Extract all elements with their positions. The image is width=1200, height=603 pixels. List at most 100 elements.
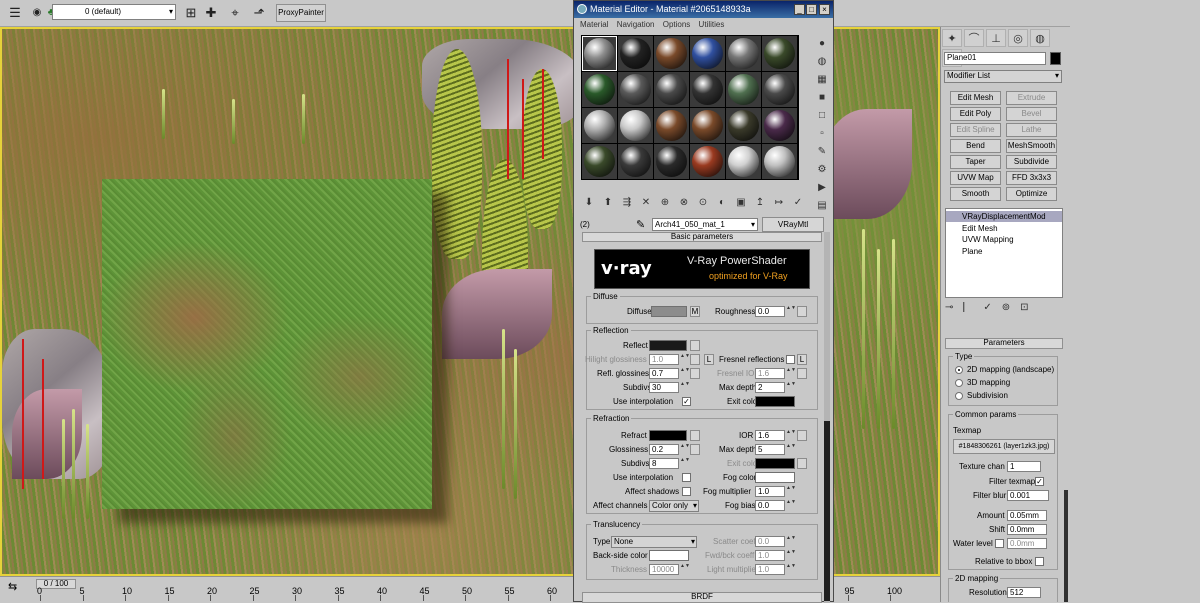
timeline-icon[interactable]: ⇆ [8, 580, 17, 593]
display-tab-icon[interactable]: ◍ [1030, 29, 1050, 47]
material-slot[interactable] [690, 72, 725, 107]
fog-bias-field[interactable]: 0.0 [755, 500, 785, 511]
menu-navigation[interactable]: Navigation [617, 20, 655, 29]
refl-gloss-spinner[interactable]: ▲▼ [680, 368, 690, 378]
smooth-button[interactable]: Smooth [950, 187, 1001, 201]
refr-max-depth-field[interactable]: 5 [755, 444, 785, 455]
material-slot[interactable] [618, 72, 653, 107]
texture-chan-field[interactable]: 1 [1007, 461, 1041, 472]
checker-icon[interactable]: ▦ [815, 73, 829, 87]
light-icon[interactable]: ◍ [815, 55, 829, 69]
material-slot[interactable] [690, 144, 725, 179]
video-icon[interactable]: ▶ [815, 181, 829, 195]
brdf-rollout[interactable]: BRDF [582, 592, 822, 603]
fresnel-ior-spinner[interactable]: ▲▼ [786, 368, 796, 378]
material-slot[interactable] [618, 144, 653, 179]
back-side-color-swatch[interactable] [649, 550, 689, 561]
reflect-map-button[interactable] [690, 340, 700, 351]
material-editor-titlebar[interactable]: Material Editor - Material #2065148933a … [574, 1, 833, 18]
stack-tools[interactable]: ⊸⎸✓⊚⊡ [945, 302, 1063, 318]
get-material-icon[interactable]: ⬇ [581, 195, 597, 211]
diffuse-map-button[interactable]: M [690, 306, 700, 317]
affect-shadows-checkbox[interactable] [682, 487, 691, 496]
refr-exit-map-button[interactable] [797, 458, 807, 469]
material-slot[interactable] [762, 108, 797, 143]
roughness-spinner[interactable]: ▲▼ [786, 306, 796, 316]
radio-3d-mapping[interactable] [955, 379, 963, 387]
move-icon[interactable]: ✚ [202, 4, 220, 22]
refl-max-depth-field[interactable]: 2 [755, 382, 785, 393]
close-button[interactable]: × [819, 4, 830, 15]
basic-parameters-rollout[interactable]: Basic parameters [582, 232, 822, 242]
scatter-spinner[interactable]: ▲▼ [786, 536, 796, 546]
radio-subdivision[interactable] [955, 392, 963, 400]
scatter-coeff-field[interactable]: 0.0 [755, 536, 785, 547]
scale-icon[interactable]: ⬏ [250, 4, 268, 22]
material-slot[interactable] [654, 144, 689, 179]
minimize-button[interactable]: _ [794, 4, 805, 15]
sphere-icon[interactable]: ● [815, 37, 829, 51]
fresnel-ior-map-button[interactable] [797, 368, 807, 379]
translucency-type-dropdown[interactable]: None ▾ [611, 536, 697, 548]
material-slot[interactable] [762, 36, 797, 71]
thickness-field[interactable]: 10000 [649, 564, 679, 575]
scrollbar-thumb[interactable] [824, 421, 830, 601]
material-slot[interactable] [654, 72, 689, 107]
layer-dropdown[interactable]: 0 (default) ▾ [52, 4, 176, 20]
maximize-button[interactable]: □ [806, 4, 817, 15]
edit-spline-button[interactable]: Edit Spline [950, 123, 1001, 137]
lock-button[interactable]: L [704, 354, 714, 365]
eyedropper-icon[interactable]: ✎ [815, 145, 829, 159]
refl-subdivs-field[interactable]: 30 [649, 382, 679, 393]
refr-exit-color-swatch[interactable] [755, 458, 795, 469]
hilight-map-button[interactable] [690, 354, 700, 365]
fwd-bck-spinner[interactable]: ▲▼ [786, 550, 796, 560]
material-slot[interactable] [762, 144, 797, 179]
channel-icon[interactable]: ⊙ [695, 195, 711, 211]
refract-color-swatch[interactable] [649, 430, 687, 441]
material-slot[interactable] [726, 36, 761, 71]
refr-glossiness-field[interactable]: 0.2 [649, 444, 679, 455]
menu-material[interactable]: Material [580, 20, 608, 29]
material-slot[interactable] [582, 72, 617, 107]
material-slot[interactable] [726, 72, 761, 107]
proxy-painter-button[interactable]: ProxyPainter [276, 4, 326, 22]
square-icon[interactable]: ■ [815, 91, 829, 105]
material-slot[interactable] [726, 144, 761, 179]
library-icon[interactable]: ⊗ [676, 195, 692, 211]
box-icon[interactable]: ⊞ [182, 4, 200, 22]
go-parent-icon[interactable]: ↥ [752, 195, 768, 211]
assign-icon[interactable]: ⇶ [619, 195, 635, 211]
reflect-color-swatch[interactable] [649, 340, 687, 351]
resolution-field[interactable]: 512 [1007, 587, 1041, 598]
stack-item[interactable]: Plane [946, 246, 1062, 257]
refl-use-interp-checkbox[interactable]: ✓ [682, 397, 691, 406]
make-unique-icon[interactable]: ⊕ [657, 195, 673, 211]
create-tab-icon[interactable]: ✦ [942, 29, 962, 47]
material-type-button[interactable]: VRayMtl [762, 217, 824, 232]
fog-mult-spinner[interactable]: ▲▼ [786, 486, 796, 496]
command-panel-scrollbar[interactable] [1064, 490, 1068, 602]
refr-gloss-spinner[interactable]: ▲▼ [680, 444, 690, 454]
grass-plane[interactable] [102, 179, 432, 509]
material-name-field[interactable]: Arch41_050_mat_1 ▾ [652, 218, 758, 231]
material-slot[interactable] [690, 36, 725, 71]
bend-button[interactable]: Bend [950, 139, 1001, 153]
stack-item[interactable]: VRayDisplacementMod [946, 211, 1062, 222]
optimize-button[interactable]: Optimize [1006, 187, 1057, 201]
refl-max-depth-spinner[interactable]: ▲▼ [786, 382, 796, 392]
motion-tab-icon[interactable]: ◎ [1008, 29, 1028, 47]
fresnel-lock-button[interactable]: L [797, 354, 807, 365]
ior-map-button[interactable] [797, 430, 807, 441]
extrude-button[interactable]: Extrude [1006, 91, 1057, 105]
layers-icon[interactable]: ☰ [6, 4, 24, 22]
radio-2d-mapping[interactable] [955, 366, 963, 374]
texmap-button[interactable]: #1848306261 (layer1zk3.jpg) [953, 439, 1055, 454]
material-slot[interactable] [582, 36, 617, 71]
uvw-map-button[interactable]: UVW Map [950, 171, 1001, 185]
meshsmooth-button[interactable]: MeshSmooth [1006, 139, 1057, 153]
material-slot[interactable] [582, 108, 617, 143]
material-slot[interactable] [654, 36, 689, 71]
refr-subdivs-field[interactable]: 8 [649, 458, 679, 469]
filter-blur-field[interactable]: 0.001 [1007, 490, 1049, 501]
